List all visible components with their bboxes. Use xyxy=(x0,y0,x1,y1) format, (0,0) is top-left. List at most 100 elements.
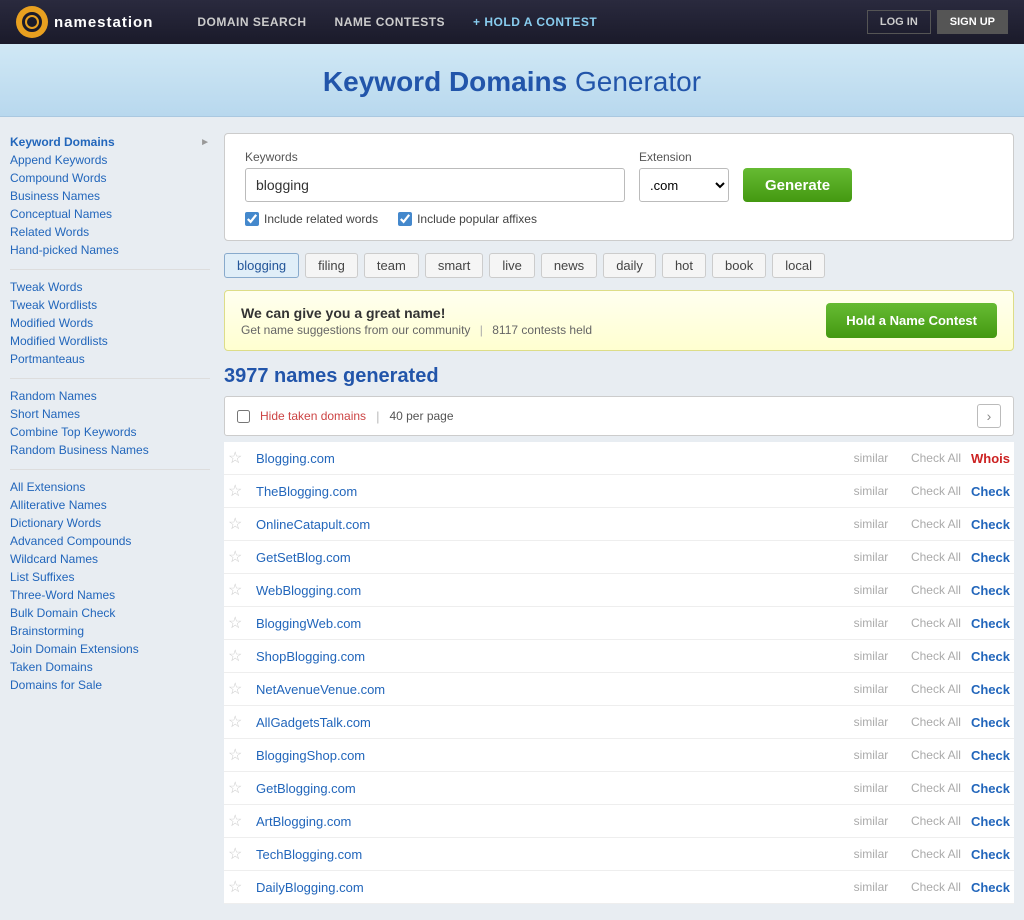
domain-name[interactable]: TechBlogging.com xyxy=(256,847,831,862)
sidebar-item-modified-wordlists[interactable]: Modified Wordlists xyxy=(10,332,210,350)
favorite-star-icon[interactable]: ☆ xyxy=(228,646,248,666)
sidebar-item-keyword-domains[interactable]: Keyword Domains ► xyxy=(10,133,210,151)
favorite-star-icon[interactable]: ☆ xyxy=(228,679,248,699)
sidebar-item-short-names[interactable]: Short Names xyxy=(10,405,210,423)
sidebar-item-conceptual-names[interactable]: Conceptual Names xyxy=(10,205,210,223)
domain-name[interactable]: Blogging.com xyxy=(256,451,831,466)
check-all-link[interactable]: Check All xyxy=(911,517,961,531)
check-all-link[interactable]: Check All xyxy=(911,550,961,564)
hide-taken-label[interactable]: Hide taken domains xyxy=(260,409,366,423)
sidebar-item-append-keywords[interactable]: Append Keywords xyxy=(10,151,210,169)
sidebar-item-random-business[interactable]: Random Business Names xyxy=(10,441,210,459)
sidebar-item-bulk-domain[interactable]: Bulk Domain Check xyxy=(10,604,210,622)
favorite-star-icon[interactable]: ☆ xyxy=(228,811,248,831)
sidebar-item-portmanteaus[interactable]: Portmanteaus xyxy=(10,350,210,368)
keyword-tag[interactable]: local xyxy=(772,253,825,278)
check-all-link[interactable]: Check All xyxy=(911,484,961,498)
check-all-link[interactable]: Check All xyxy=(911,847,961,861)
extension-select[interactable]: .com .net .org .io xyxy=(639,168,729,202)
domain-name[interactable]: GetSetBlog.com xyxy=(256,550,831,565)
sidebar-item-list-suffixes[interactable]: List Suffixes xyxy=(10,568,210,586)
sidebar-item-tweak-wordlists[interactable]: Tweak Wordlists xyxy=(10,296,210,314)
domain-name[interactable]: GetBlogging.com xyxy=(256,781,831,796)
favorite-star-icon[interactable]: ☆ xyxy=(228,514,248,534)
check-all-link[interactable]: Check All xyxy=(911,616,961,630)
favorite-star-icon[interactable]: ☆ xyxy=(228,877,248,897)
filter-arrow-button[interactable]: › xyxy=(977,404,1001,428)
check-link[interactable]: Check xyxy=(971,484,1010,499)
check-all-link[interactable]: Check All xyxy=(911,583,961,597)
sidebar-item-taken-domains[interactable]: Taken Domains xyxy=(10,658,210,676)
favorite-star-icon[interactable]: ☆ xyxy=(228,481,248,501)
sidebar-item-business-names[interactable]: Business Names xyxy=(10,187,210,205)
keyword-tag[interactable]: news xyxy=(541,253,597,278)
keyword-tag[interactable]: smart xyxy=(425,253,484,278)
sidebar-item-domains-for-sale[interactable]: Domains for Sale xyxy=(10,676,210,694)
domain-name[interactable]: ShopBlogging.com xyxy=(256,649,831,664)
sidebar-item-random-names[interactable]: Random Names xyxy=(10,387,210,405)
nav-name-contests[interactable]: NAME CONTESTS xyxy=(321,0,460,44)
keyword-tag[interactable]: book xyxy=(712,253,766,278)
sidebar-item-wildcard-names[interactable]: Wildcard Names xyxy=(10,550,210,568)
favorite-star-icon[interactable]: ☆ xyxy=(228,712,248,732)
popular-affixes-checkbox-label[interactable]: Include popular affixes xyxy=(398,212,537,226)
domain-name[interactable]: WebBlogging.com xyxy=(256,583,831,598)
check-all-link[interactable]: Check All xyxy=(911,748,961,762)
check-link[interactable]: Check xyxy=(971,847,1010,862)
keyword-tag[interactable]: daily xyxy=(603,253,656,278)
sidebar-item-modified-words[interactable]: Modified Words xyxy=(10,314,210,332)
sidebar-item-related-words[interactable]: Related Words xyxy=(10,223,210,241)
login-button[interactable]: LOG IN xyxy=(867,10,931,34)
domain-name[interactable]: BloggingWeb.com xyxy=(256,616,831,631)
keyword-tag[interactable]: hot xyxy=(662,253,706,278)
check-link[interactable]: Check xyxy=(971,781,1010,796)
favorite-star-icon[interactable]: ☆ xyxy=(228,613,248,633)
check-link[interactable]: Check xyxy=(971,550,1010,565)
sidebar-item-join-extensions[interactable]: Join Domain Extensions xyxy=(10,640,210,658)
sidebar-item-brainstorming[interactable]: Brainstorming xyxy=(10,622,210,640)
check-link[interactable]: Check xyxy=(971,517,1010,532)
favorite-star-icon[interactable]: ☆ xyxy=(228,778,248,798)
sidebar-item-all-extensions[interactable]: All Extensions xyxy=(10,478,210,496)
domain-name[interactable]: AllGadgetsTalk.com xyxy=(256,715,831,730)
domain-name[interactable]: OnlineCatapult.com xyxy=(256,517,831,532)
keyword-input[interactable] xyxy=(245,168,625,202)
domain-name[interactable]: BloggingShop.com xyxy=(256,748,831,763)
check-link[interactable]: Check xyxy=(971,616,1010,631)
sidebar-item-combine-top[interactable]: Combine Top Keywords xyxy=(10,423,210,441)
check-link[interactable]: Check xyxy=(971,649,1010,664)
keyword-tag[interactable]: filing xyxy=(305,253,358,278)
sidebar-item-handpicked-names[interactable]: Hand-picked Names xyxy=(10,241,210,259)
generate-button[interactable]: Generate xyxy=(743,168,852,202)
favorite-star-icon[interactable]: ☆ xyxy=(228,745,248,765)
check-all-link[interactable]: Check All xyxy=(911,682,961,696)
check-all-link[interactable]: Check All xyxy=(911,880,961,894)
check-link[interactable]: Check xyxy=(971,715,1010,730)
related-words-checkbox-label[interactable]: Include related words xyxy=(245,212,378,226)
check-all-link[interactable]: Check All xyxy=(911,781,961,795)
sidebar-item-tweak-words[interactable]: Tweak Words xyxy=(10,278,210,296)
check-link[interactable]: Check xyxy=(971,814,1010,829)
favorite-star-icon[interactable]: ☆ xyxy=(228,844,248,864)
domain-name[interactable]: ArtBlogging.com xyxy=(256,814,831,829)
check-all-link[interactable]: Check All xyxy=(911,649,961,663)
favorite-star-icon[interactable]: ☆ xyxy=(228,580,248,600)
favorite-star-icon[interactable]: ☆ xyxy=(228,448,248,468)
sidebar-item-compound-words[interactable]: Compound Words xyxy=(10,169,210,187)
check-all-link[interactable]: Check All xyxy=(911,814,961,828)
hide-taken-checkbox[interactable] xyxy=(237,410,250,423)
whois-link[interactable]: Whois xyxy=(971,451,1010,466)
check-all-link[interactable]: Check All xyxy=(911,715,961,729)
check-all-link[interactable]: Check All xyxy=(911,451,961,465)
popular-affixes-checkbox[interactable] xyxy=(398,212,412,226)
check-link[interactable]: Check xyxy=(971,583,1010,598)
domain-name[interactable]: TheBlogging.com xyxy=(256,484,831,499)
sidebar-item-alliterative-names[interactable]: Alliterative Names xyxy=(10,496,210,514)
hold-contest-button[interactable]: Hold a Name Contest xyxy=(826,303,997,338)
sidebar-item-advanced-compounds[interactable]: Advanced Compounds xyxy=(10,532,210,550)
keyword-tag[interactable]: team xyxy=(364,253,419,278)
favorite-star-icon[interactable]: ☆ xyxy=(228,547,248,567)
signup-button[interactable]: SIGN UP xyxy=(937,10,1008,34)
related-words-checkbox[interactable] xyxy=(245,212,259,226)
sidebar-item-three-word[interactable]: Three-Word Names xyxy=(10,586,210,604)
